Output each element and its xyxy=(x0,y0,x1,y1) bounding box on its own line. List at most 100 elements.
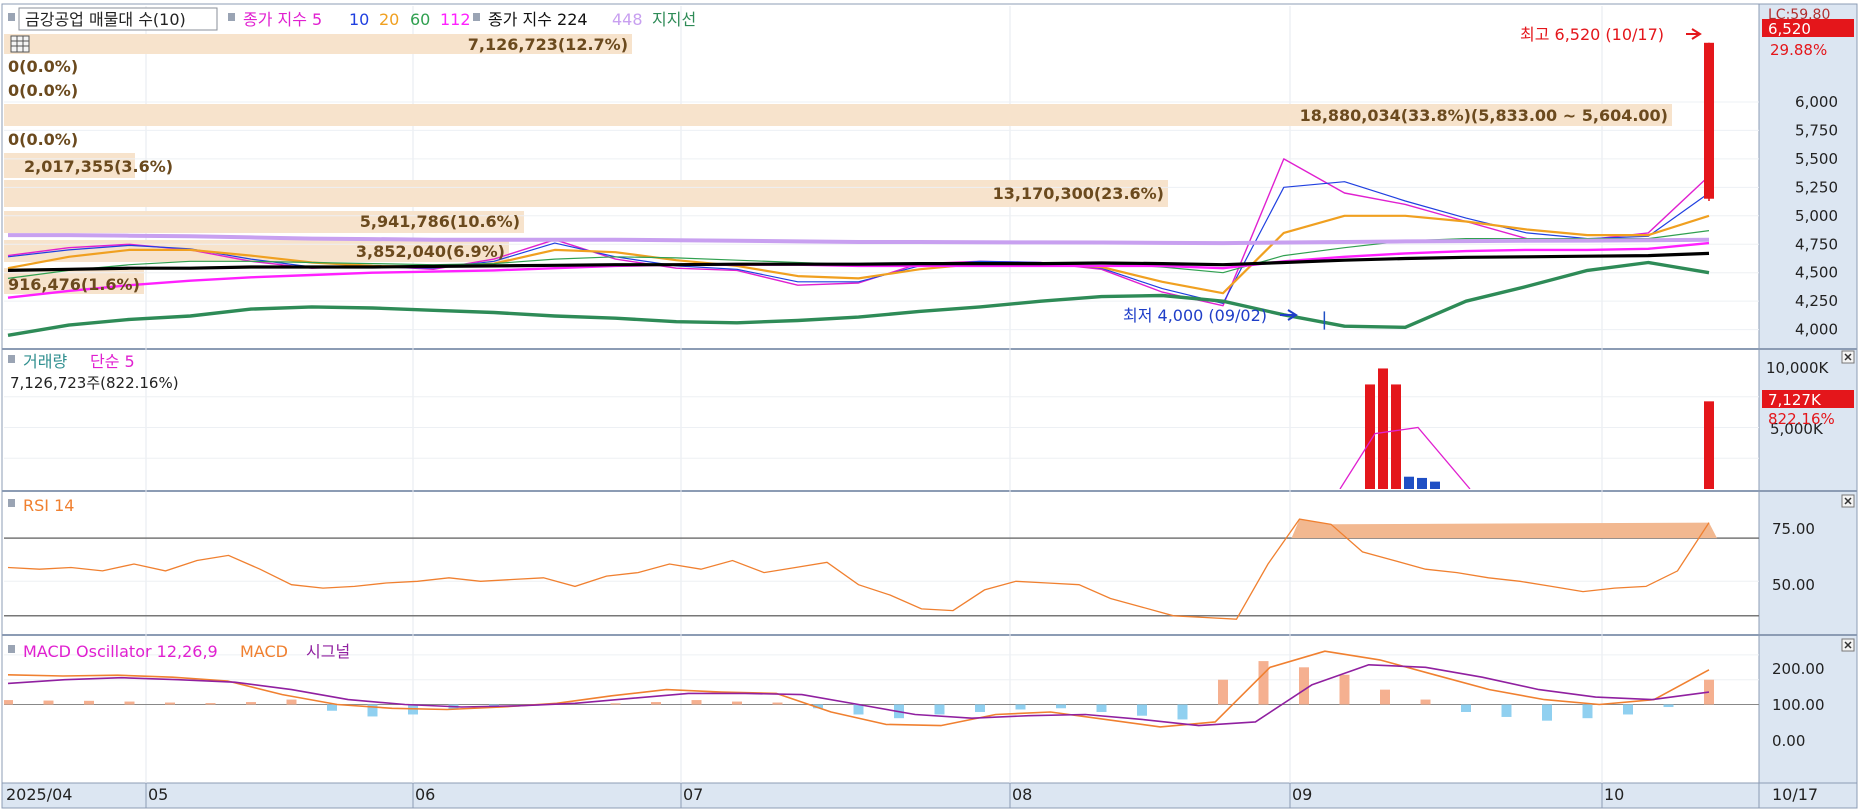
macd-osc-bar xyxy=(246,702,256,705)
volume-title: 거래량 xyxy=(23,352,67,371)
volume-bar xyxy=(1404,476,1414,489)
macd-osc-bar xyxy=(1056,704,1066,709)
vp-label: 3,852,040(6.9%) xyxy=(356,242,505,261)
macd-osc-bar xyxy=(853,704,864,715)
price-axis-label: 4,000 xyxy=(1795,321,1838,339)
macd-osc-bar xyxy=(772,702,783,705)
price-axis-label: 4,750 xyxy=(1795,235,1838,253)
macd-osc-bar xyxy=(1177,704,1188,720)
vp-label: 18,880,034(33.8%)(5,833.00 ~ 5,604.00) xyxy=(1300,106,1668,125)
price-pct: 29.88% xyxy=(1770,41,1827,59)
price-axis-label: 5,750 xyxy=(1795,121,1838,139)
close-icon[interactable] xyxy=(1841,494,1855,508)
legend-marker xyxy=(8,499,15,507)
macd-osc-bar xyxy=(1096,704,1107,712)
price-axis-label: 6,000 xyxy=(1795,93,1838,111)
low-annotation: 최저 4,000 (09/02) xyxy=(1123,306,1267,325)
macd-osc-bar xyxy=(43,700,54,705)
close-icon[interactable] xyxy=(1841,638,1855,652)
support-legend: 지지선 xyxy=(652,10,696,29)
ema-legend-20: 20 xyxy=(379,10,399,29)
macd-label: MACD xyxy=(240,642,288,661)
date-axis-bg xyxy=(2,783,1857,808)
rsi-title: RSI 14 xyxy=(23,496,74,515)
macd-osc-bar xyxy=(651,702,661,705)
macd-osc-bar xyxy=(84,700,94,705)
volume-bar xyxy=(1430,481,1440,489)
price-axis-label: 5,250 xyxy=(1795,178,1838,196)
macd-osc-bar xyxy=(165,702,175,705)
date-end-label: 10/17 xyxy=(1772,785,1818,804)
ema-legend-448: 448 xyxy=(612,10,643,29)
date-label: 05 xyxy=(148,785,168,804)
macd-osc-bar xyxy=(610,703,621,705)
vp-label: 916,476(1.6%) xyxy=(8,275,140,294)
macd-osc-bar xyxy=(1380,689,1390,705)
table-icon[interactable] xyxy=(10,35,30,53)
macd-axis-200: 200.00 xyxy=(1772,660,1825,678)
volume-info: 7,126,723주(822.16%) xyxy=(10,374,179,392)
macd-axis-0: 0.00 xyxy=(1772,732,1805,750)
vp-label: 0(0.0%) xyxy=(8,130,78,149)
macd-osc-bar xyxy=(691,700,702,705)
vp-label: 0(0.0%) xyxy=(8,57,78,76)
ema-legend-112: 112 xyxy=(440,10,471,29)
volume-axis-top: 10,000K xyxy=(1766,359,1829,377)
price-axis-label: 4,250 xyxy=(1795,292,1838,310)
macd-osc-bar xyxy=(4,700,13,705)
macd-osc-bar xyxy=(1218,679,1228,705)
signal-label: 시그널 xyxy=(306,642,350,661)
macd-osc-bar xyxy=(975,704,985,712)
date-label: 08 xyxy=(1012,785,1032,804)
ema-legend-224: 종가 지수 224 xyxy=(488,10,588,29)
vp-label: 5,941,786(10.6%) xyxy=(360,212,520,231)
volume-bar xyxy=(1417,477,1427,489)
date-label: 07 xyxy=(683,785,703,804)
stock-label[interactable]: 금강공업 매물대 수(10) xyxy=(25,10,186,29)
rsi-axis-50: 50.00 xyxy=(1772,576,1815,594)
volume-bar xyxy=(1704,401,1714,489)
date-label: 2025/04 xyxy=(6,785,72,804)
price-tag-text: 6,520 xyxy=(1768,20,1811,38)
date-label: 09 xyxy=(1292,785,1312,804)
high-annotation: 최고 6,520 (10/17) xyxy=(1520,25,1664,44)
ema-legend-60: 60 xyxy=(410,10,430,29)
close-icon[interactable] xyxy=(1841,350,1855,364)
macd-osc-bar xyxy=(1015,704,1026,710)
volume-bar xyxy=(1391,384,1401,489)
macd-osc-bar xyxy=(1420,699,1431,705)
stock-chart[interactable]: 7,126,723(12.7%) 0(0.0%) 0(0.0%) 18,880,… xyxy=(0,0,1860,810)
rsi-axis-75: 75.00 xyxy=(1772,520,1815,538)
macd-osc-bar xyxy=(327,704,337,711)
candle-body xyxy=(1704,42,1714,199)
volume-bar xyxy=(1378,368,1388,489)
macd-osc-bar xyxy=(1542,704,1552,721)
price-axis-label: 5,000 xyxy=(1795,207,1838,225)
macd-osc-bar xyxy=(1582,704,1593,719)
legend-marker xyxy=(228,13,235,21)
macd-axis-100: 100.00 xyxy=(1772,696,1825,714)
macd-osc-bar xyxy=(124,701,135,705)
vp-label: 2,017,355(3.6%) xyxy=(24,157,173,176)
macd-osc-bar xyxy=(1258,661,1269,705)
price-axis-label: 4,500 xyxy=(1795,264,1838,282)
macd-osc-bar xyxy=(1339,674,1350,705)
vp-label: 7,126,723(12.7%) xyxy=(468,35,628,54)
date-label: 10 xyxy=(1604,785,1624,804)
volume-tag-text: 7,127K xyxy=(1768,391,1822,409)
macd-osc-bar xyxy=(1663,704,1674,708)
macd-osc-bar xyxy=(934,704,945,715)
price-axis-label: 5,500 xyxy=(1795,150,1838,168)
macd-osc-bar xyxy=(1623,704,1633,715)
macd-osc-bar xyxy=(205,703,216,705)
macd-osc-bar xyxy=(1137,704,1147,716)
vp-label: 13,170,300(23.6%) xyxy=(993,184,1164,203)
macd-osc-bar xyxy=(1501,704,1512,717)
legend-marker xyxy=(8,645,15,653)
vp-label: 0(0.0%) xyxy=(8,81,78,100)
volume-ma-label: 단순 5 xyxy=(90,352,135,371)
legend-marker xyxy=(473,13,480,21)
date-label: 06 xyxy=(415,785,435,804)
macd-osc-bar xyxy=(732,701,742,705)
ema-legend-5: 종가 지수 5 xyxy=(243,10,322,29)
